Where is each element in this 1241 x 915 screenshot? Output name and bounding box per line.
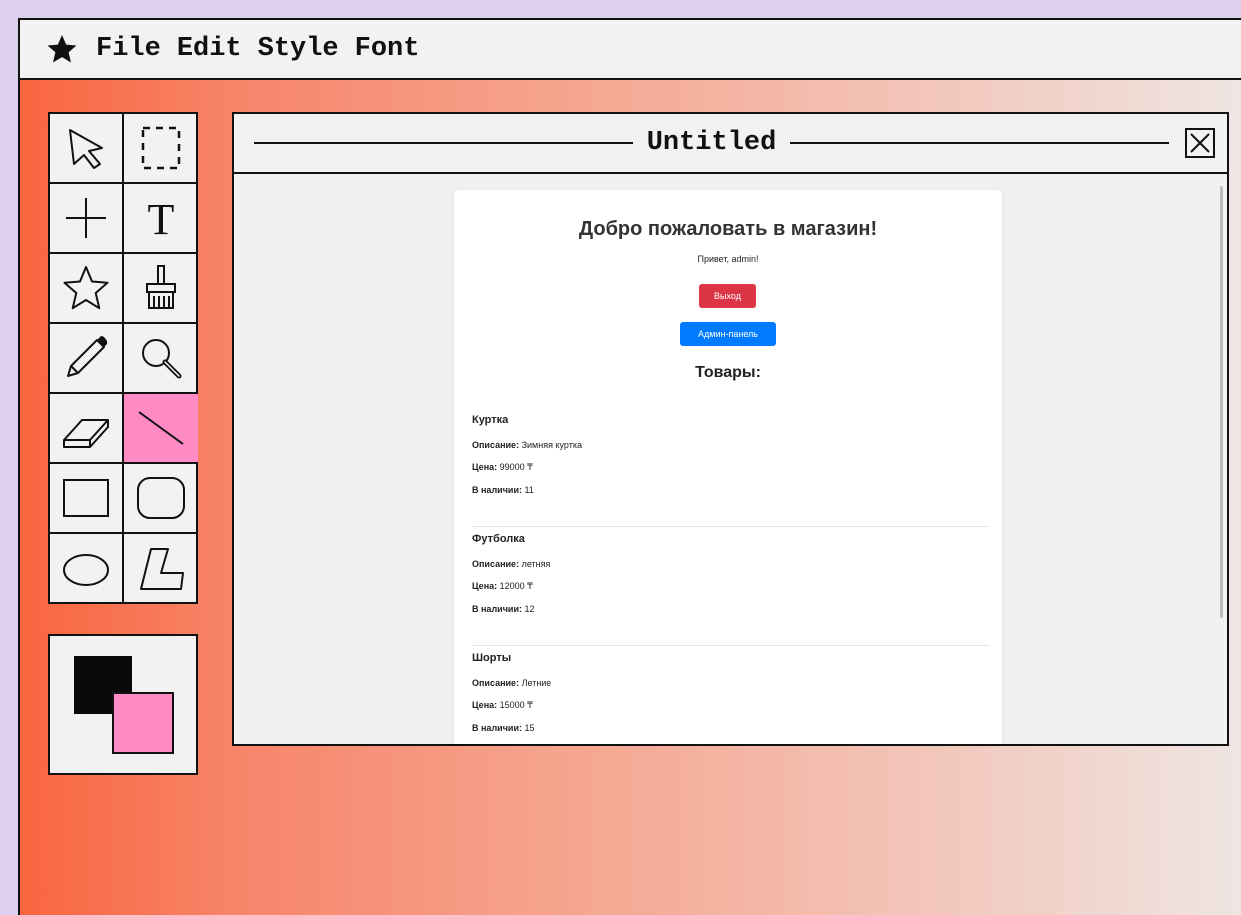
product-name: Футболка [472,533,525,545]
titlebar-rule-left [254,142,633,144]
document-titlebar[interactable]: Untitled [234,114,1227,174]
price-label: Цена: [472,581,498,591]
browser-viewport: Добро пожаловать в магазин! Привет, admi… [236,176,1225,744]
stock-label: В наличии: [472,723,522,733]
product-stock: 11 [524,485,534,495]
admin-panel-button[interactable]: Админ-панель [680,322,776,346]
close-button[interactable] [1185,128,1215,158]
tool-polygon[interactable] [124,534,198,604]
tool-rounded-rectangle[interactable] [124,464,198,534]
paint-brush-icon [146,265,176,309]
product-description-row: Описание: летняя [472,559,550,569]
menu-edit[interactable]: Edit [177,34,242,64]
product-price: 99000 ₸ [499,462,533,472]
tool-eraser[interactable] [50,394,124,464]
close-icon [1190,133,1210,153]
tool-line[interactable] [124,394,198,464]
logout-button[interactable]: Выход [699,284,756,308]
product-stock-row: В наличии: 12 [472,604,535,614]
star-shape-icon [63,266,109,310]
product-description-row: Описание: Летние [472,678,551,688]
tool-marquee[interactable] [124,114,198,184]
arrow-select-icon [69,129,103,169]
tool-zoom[interactable] [124,324,198,394]
page-title: Добро пожаловать в магазин! [578,218,878,240]
price-label: Цена: [472,700,498,710]
greeting-text: Привет, admin! [697,254,759,264]
polygon-icon [140,548,184,590]
document-window: Untitled Добро пожаловать в магазин! При… [232,112,1229,746]
document-title: Untitled [646,128,777,158]
vertical-scrollbar[interactable] [1220,186,1223,618]
description-label: Описание: [472,559,520,569]
menu-style[interactable]: Style [258,34,339,64]
product-name: Куртка [472,414,509,426]
product-description-row: Описание: Зимняя куртка [472,440,582,450]
menu-bar: File Edit Style Font [20,20,1241,80]
rounded-rectangle-icon [137,477,185,519]
marquee-select-icon [141,126,181,170]
product-name: Шорты [472,652,512,664]
tool-pencil[interactable] [50,324,124,394]
menu-font[interactable]: Font [355,34,420,64]
product-stock-row: В наличии: 11 [472,485,534,495]
description-label: Описание: [472,678,520,688]
products-heading: Товары: [695,364,761,381]
menu-file[interactable]: File [96,34,161,64]
tool-rectangle[interactable] [50,464,124,534]
product-item: Шорты Описание: Летние Цена: 15000 ₸ В н… [472,652,990,744]
product-price-row: Цена: 15000 ₸ [472,700,533,711]
product-description: Летние [521,678,552,688]
pencil-icon [67,336,108,377]
product-item: Куртка Описание: Зимняя куртка Цена: 990… [472,414,990,527]
stock-label: В наличии: [472,604,522,614]
tool-star-shape[interactable] [50,254,124,324]
color-palette [48,634,198,775]
price-label: Цена: [472,462,498,472]
product-stock: 12 [524,604,535,614]
product-price: 12000 ₸ [499,581,533,591]
product-price-row: Цена: 12000 ₸ [472,581,533,592]
product-description: летняя [521,559,551,569]
eraser-icon [63,419,109,448]
toolbox: T [48,112,198,604]
crosshair-icon [66,198,106,238]
svg-text:T: T [148,195,175,244]
description-label: Описание: [472,440,520,450]
tool-ellipse[interactable] [50,534,124,604]
product-stock-row: В наличии: 15 [472,723,535,733]
product-description: Зимняя куртка [521,440,582,450]
magnifier-icon [142,339,182,379]
paint-app-window: File Edit Style Font T Untitled Добро по… [18,18,1241,915]
ellipse-icon [63,554,109,586]
tool-text[interactable]: T [124,184,198,254]
line-tool-icon [138,411,184,445]
titlebar-rule-right [790,142,1169,144]
product-item: Футболка Описание: летняя Цена: 12000 ₸ … [472,533,990,646]
shop-page-card: Добро пожаловать в магазин! Привет, admi… [454,190,1002,744]
tool-crosshair[interactable] [50,184,124,254]
star-logo-icon[interactable] [46,33,78,65]
stock-label: В наличии: [472,485,522,495]
text-tool-icon: T [148,195,175,244]
background-color-swatch[interactable] [112,692,174,754]
rectangle-icon [63,479,109,517]
product-stock: 15 [524,723,535,733]
tool-brush[interactable] [124,254,198,324]
tool-select-arrow[interactable] [50,114,124,184]
product-price-row: Цена: 99000 ₸ [472,462,533,473]
product-price: 15000 ₸ [499,700,533,710]
